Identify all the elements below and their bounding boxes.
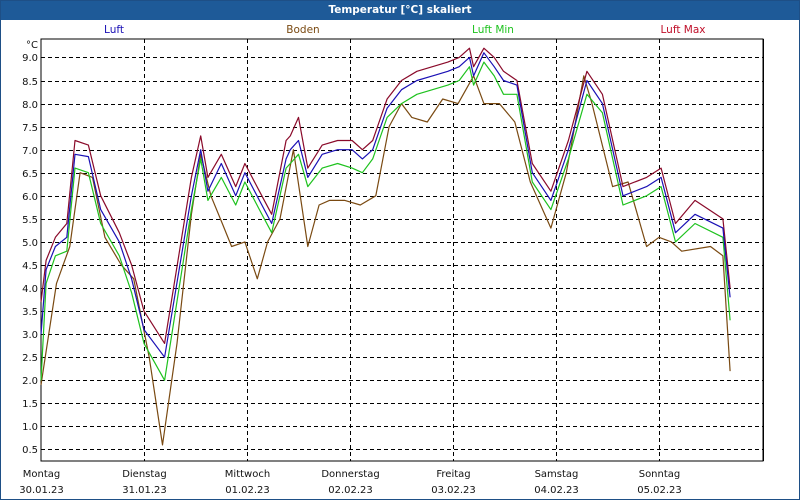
y-tick-label: 6.0	[22, 192, 38, 203]
x-tick-date: 30.01.23	[19, 485, 64, 496]
y-tick-label: 2.0	[22, 376, 38, 387]
temperature-chart: 0.5 1.0 1.5 2.0 2.5 3.0 3.5 4.0 4.5 5.0 5.5 6.0 6.5 7…	[19, 38, 764, 496]
y-tick-label: 5.5	[22, 215, 38, 226]
chart-window: Temperatur [°C] skaliert Luft Boden Luft…	[0, 0, 800, 500]
x-tick-date: 04.02.23	[534, 485, 579, 496]
y-tick-label: 1.5	[22, 399, 38, 410]
y-tick-label: 4.5	[22, 261, 38, 272]
x-tick-day: Sonntag	[639, 469, 681, 480]
y-tick-label: 8.5	[22, 77, 38, 88]
x-tick-day: Dienstag	[122, 469, 167, 480]
x-tick-day: Samstag	[535, 469, 579, 480]
y-tick-label: 3.0	[22, 330, 38, 341]
x-tick-day: Freitag	[436, 469, 470, 480]
y-tick-label: 6.5	[22, 169, 38, 180]
y-tick-label: 5.0	[22, 238, 38, 249]
y-tick-label: 4.0	[22, 284, 38, 295]
y-tick-label: 0.5	[22, 445, 38, 456]
y-tick-label: 7.0	[22, 146, 38, 157]
x-tick-date: 02.02.23	[328, 485, 373, 496]
x-tick-date: 03.02.23	[431, 485, 476, 496]
x-tick-day: Montag	[23, 469, 60, 480]
y-tick-label: 9.0	[22, 53, 38, 64]
y-tick-label: 1.0	[22, 422, 38, 433]
plot-area	[40, 38, 764, 462]
x-tick-day: Donnerstag	[321, 469, 379, 480]
y-tick-label: 8.0	[22, 100, 38, 111]
x-tick-day: Mittwoch	[225, 469, 270, 480]
y-tick-label: 7.5	[22, 123, 38, 134]
x-tick-date: 05.02.23	[637, 485, 682, 496]
x-tick-date: 01.02.23	[225, 485, 270, 496]
y-tick-label: 3.5	[22, 307, 38, 318]
y-tick-label: 2.5	[22, 353, 38, 364]
y-axis-label: °C	[26, 40, 38, 51]
x-tick-date: 31.01.23	[122, 485, 167, 496]
